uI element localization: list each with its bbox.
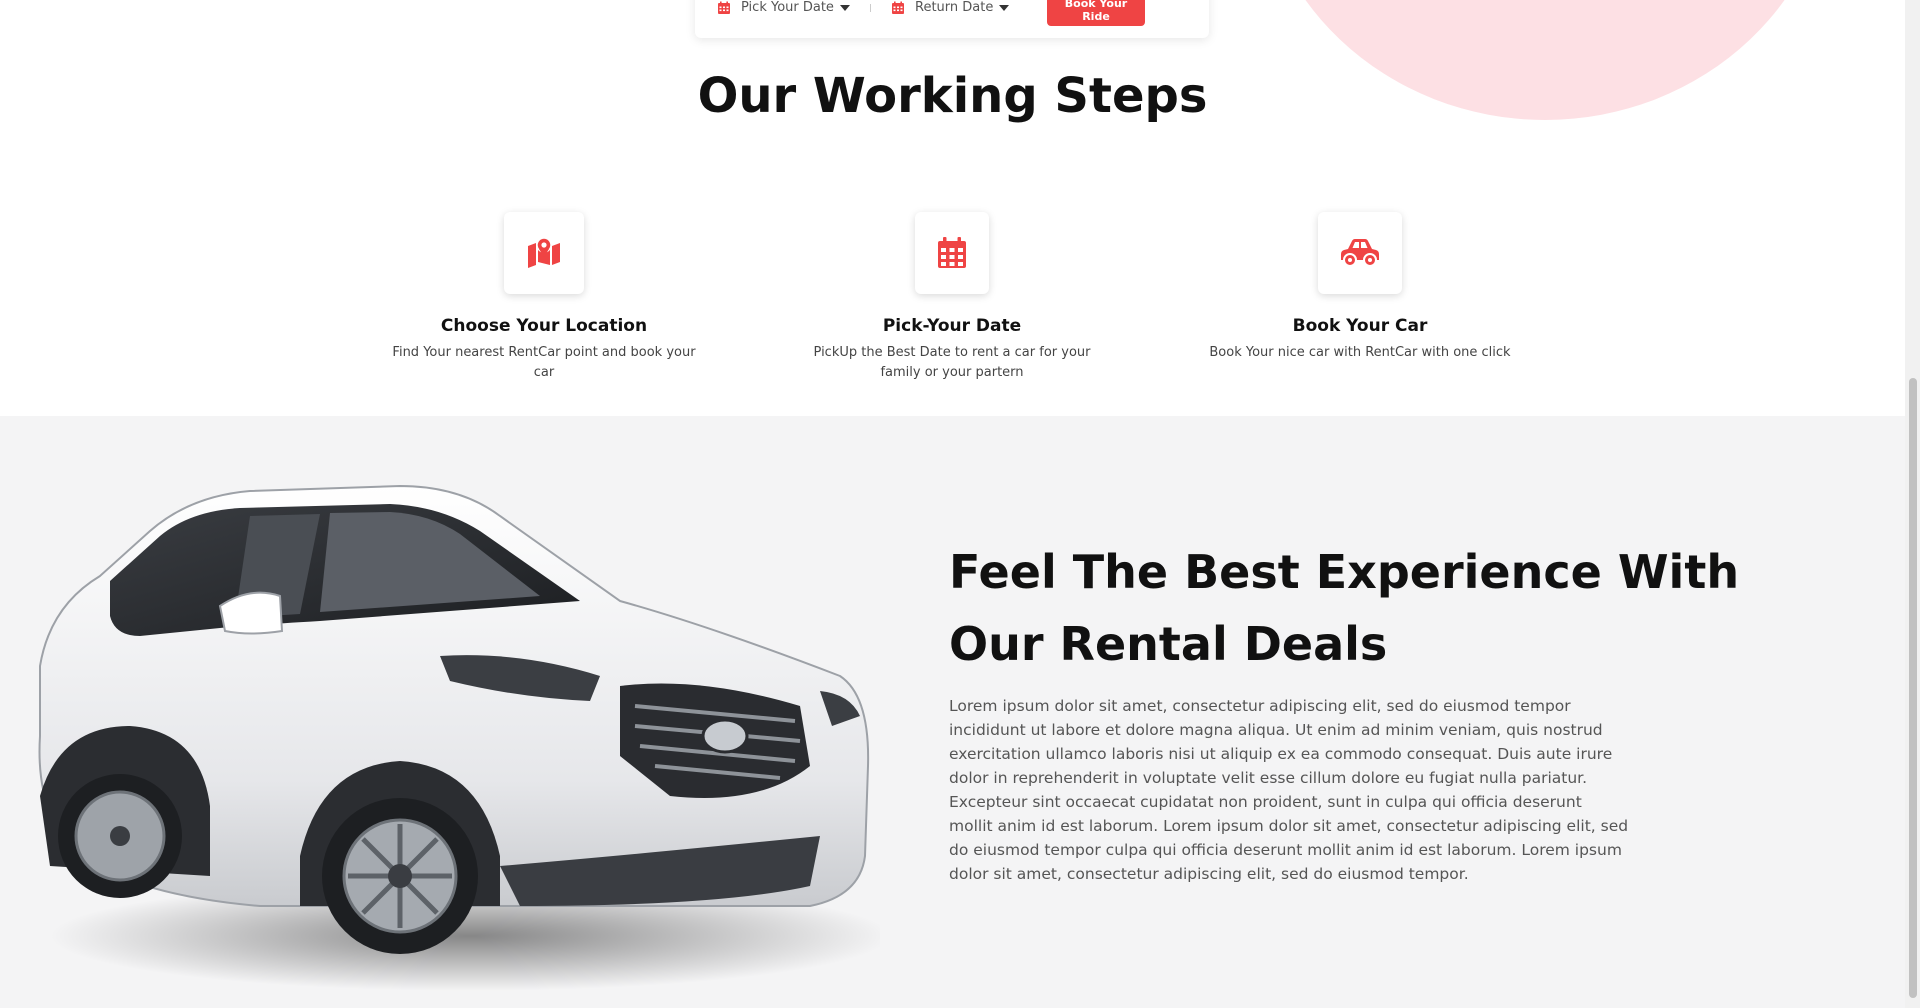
deal-title: Feel The Best Experience With Our Rental… — [949, 545, 1740, 671]
step-card-book: Book Your Car Book Your nice car with Re… — [1190, 212, 1530, 363]
caret-down-icon — [999, 5, 1010, 11]
calendar-icon — [718, 1, 730, 14]
booking-bar: Pick Your Date Return Date Book Your Rid… — [695, 0, 1209, 38]
scrollbar-thumb[interactable] — [1909, 378, 1917, 998]
rental-deals-section: Feel The Best Experience With Our Rental… — [0, 416, 1905, 1008]
calendar-icon — [892, 1, 904, 14]
step-heading: Pick-Your Date — [882, 316, 1022, 336]
map-location-icon — [528, 237, 560, 268]
step-card-date: Pick-Your Date PickUp the Best Date to r… — [782, 212, 1122, 383]
car-icon — [1341, 239, 1379, 267]
book-your-ride-button[interactable]: Book Your Ride — [1047, 0, 1145, 26]
step-icon-box — [1318, 212, 1402, 294]
step-heading: Choose Your Location — [440, 316, 648, 336]
page: Pick Your Date Return Date Book Your Rid… — [0, 0, 1920, 1008]
step-icon-box — [915, 212, 989, 294]
calendar-icon — [938, 237, 966, 268]
pick-date-label: Pick Your Date — [741, 0, 834, 15]
pick-date-dropdown[interactable]: Pick Your Date — [717, 0, 850, 16]
caret-down-icon — [839, 5, 850, 11]
return-date-label: Return Date — [915, 0, 994, 15]
step-description: PickUp the Best Date to rent a car for y… — [813, 345, 1091, 380]
divider — [870, 4, 871, 12]
return-date-dropdown[interactable]: Return Date — [891, 0, 1010, 16]
scrollbar[interactable] — [1905, 0, 1920, 1008]
deal-paragraph: Lorem ipsum dolor sit amet, consectetur … — [949, 697, 1629, 883]
step-icon-box — [504, 212, 584, 294]
step-description: Find Your nearest RentCar point and book… — [392, 345, 696, 380]
section-title: Our Working Steps — [697, 68, 1208, 124]
step-card-location: Choose Your Location Find Your nearest R… — [374, 212, 714, 383]
step-description: Book Your nice car with RentCar with one… — [1209, 345, 1511, 360]
step-heading: Book Your Car — [1292, 316, 1428, 336]
white-suv-car-image — [38, 484, 880, 991]
